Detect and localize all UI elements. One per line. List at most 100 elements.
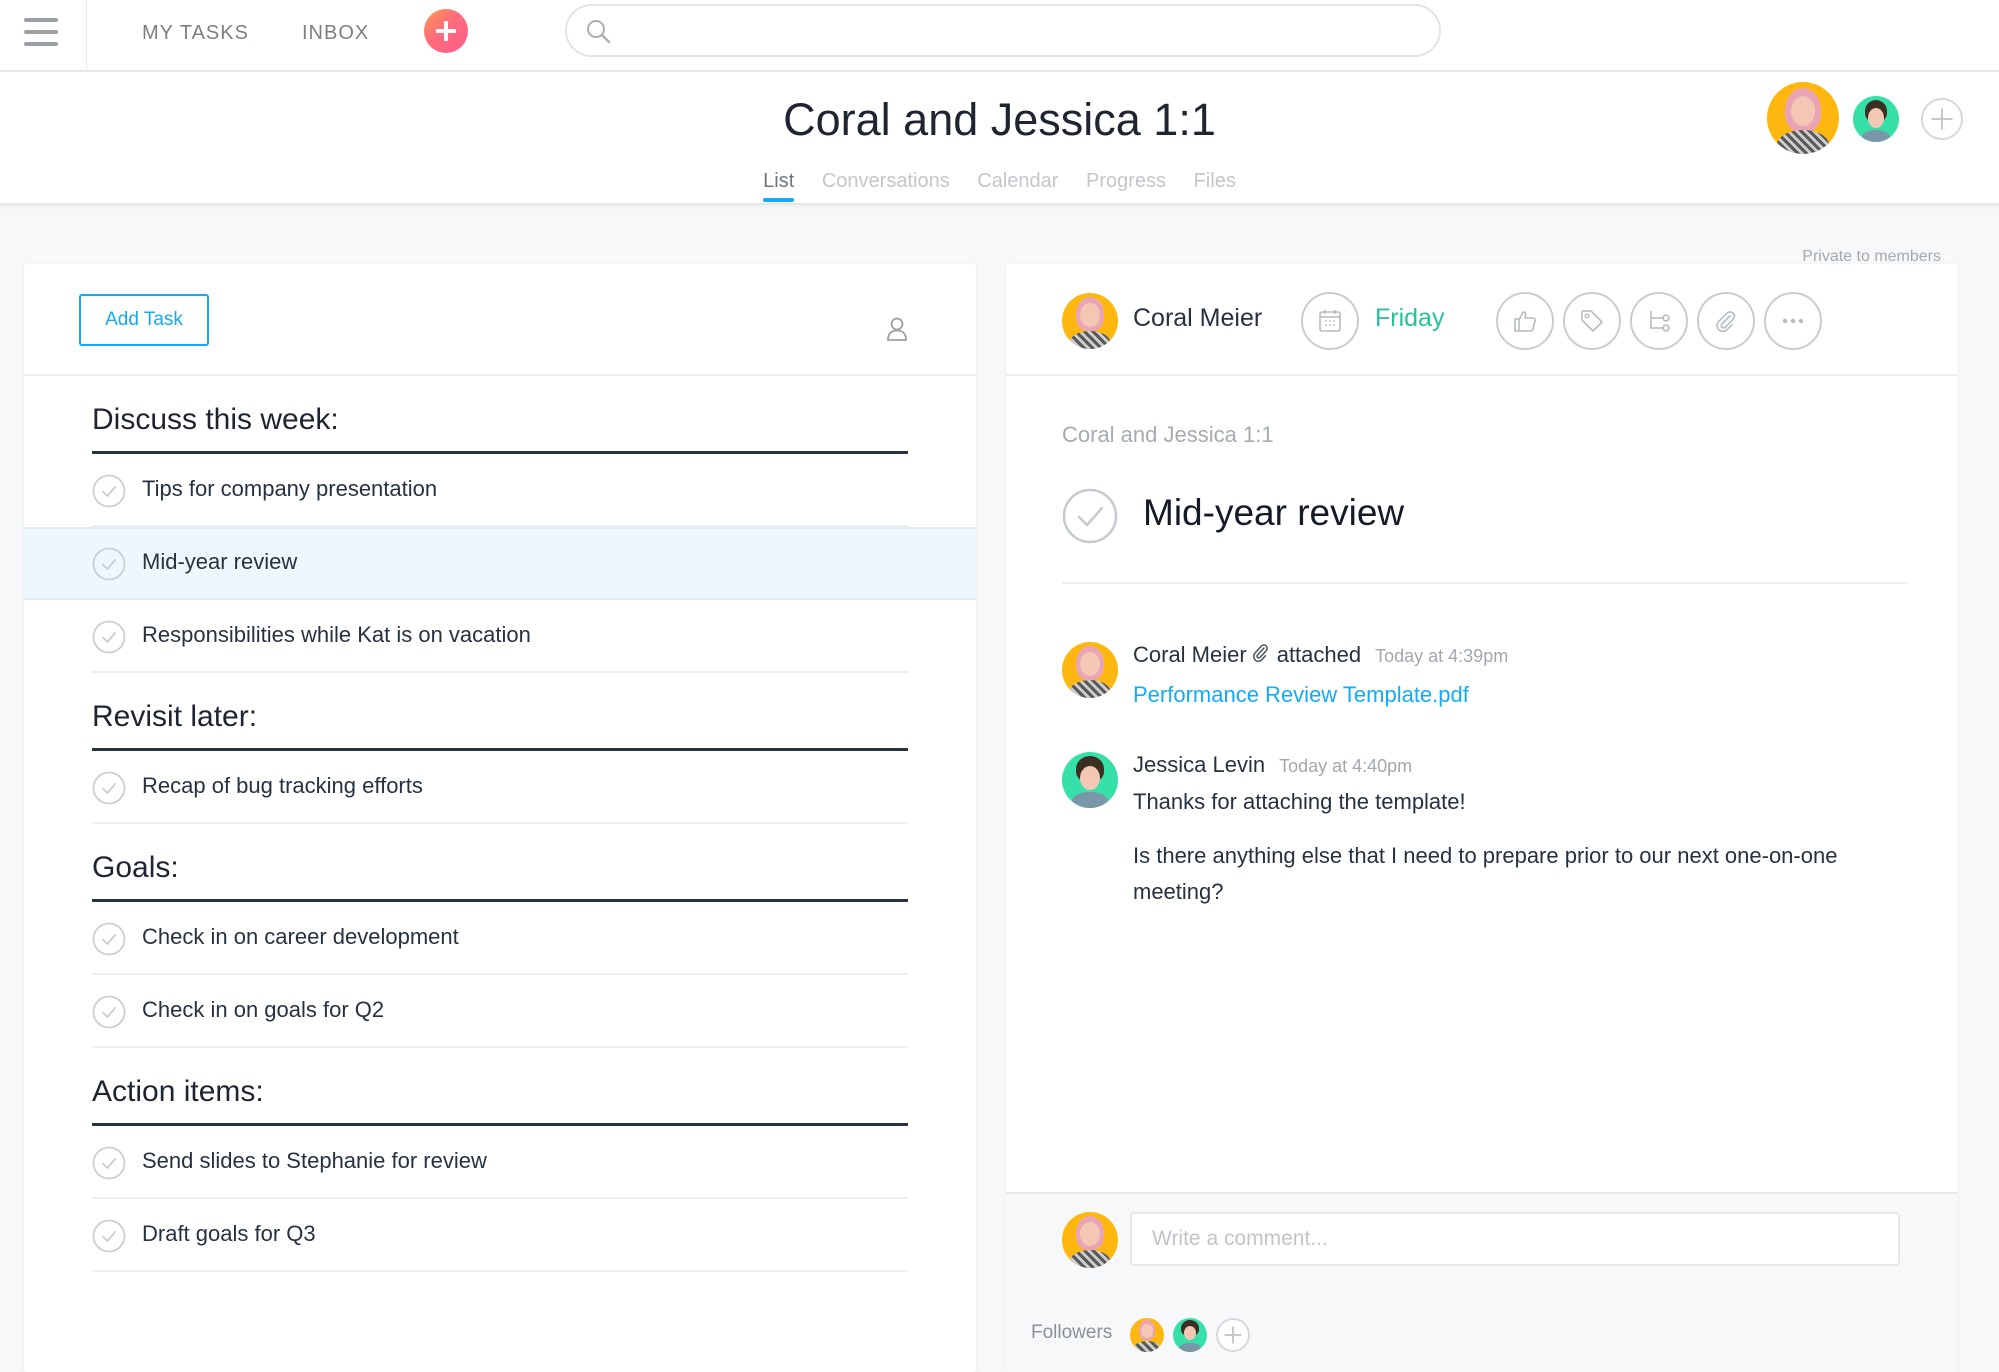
- section-header[interactable]: Discuss this week:: [92, 376, 908, 454]
- task-complete-checkbox[interactable]: [92, 1146, 126, 1180]
- plus-icon: [1224, 1326, 1242, 1344]
- task-detail-panel: Coral Meier Friday Coral and Jessica 1:1…: [1006, 264, 1958, 1372]
- story-timestamp: Today at 4:40pm: [1279, 756, 1413, 776]
- nav-inbox[interactable]: INBOX: [302, 22, 369, 45]
- task-list-panel: Add Task Discuss this week: Tips for comp…: [24, 264, 976, 1372]
- tab-files[interactable]: Files: [1194, 170, 1236, 201]
- story-action: attached: [1276, 642, 1362, 667]
- story-meta: Coral Meier attached Today at 4:39pm: [1133, 642, 1508, 668]
- more-icon: [1782, 318, 1804, 324]
- task-complete-checkbox[interactable]: [92, 547, 126, 581]
- task-complete-checkbox[interactable]: [92, 771, 126, 805]
- like-icon: [1514, 311, 1536, 332]
- section-header[interactable]: Action items:: [92, 1048, 908, 1126]
- task-complete-checkbox[interactable]: [92, 474, 126, 508]
- task-row[interactable]: Responsibilities while Kat is on vacatio…: [24, 600, 976, 673]
- add-task-button[interactable]: Add Task: [79, 294, 209, 346]
- story-timestamp: Today at 4:39pm: [1375, 646, 1509, 666]
- title-divider: [1062, 582, 1907, 584]
- nav-my-tasks[interactable]: MY TASKS: [142, 22, 249, 45]
- person-icon[interactable]: [884, 316, 910, 342]
- subtask-button[interactable]: [1630, 292, 1688, 350]
- task-name[interactable]: Mid-year review: [142, 549, 297, 575]
- section-title: Discuss this week:: [92, 403, 339, 436]
- task-row[interactable]: Tips for company presentation: [24, 454, 976, 527]
- subtask-icon: [1650, 311, 1670, 332]
- paperclip-icon: [1252, 644, 1268, 663]
- story-author[interactable]: Jessica Levin: [1133, 752, 1265, 777]
- follower-avatar-jessica[interactable]: [1173, 1318, 1207, 1352]
- task-row[interactable]: Check in on career development: [24, 902, 976, 975]
- detail-toolbar: Coral Meier Friday: [1006, 264, 1958, 376]
- section-header[interactable]: Revisit later:: [92, 673, 908, 751]
- task-row[interactable]: Draft goals for Q3: [24, 1199, 976, 1272]
- member-avatar-jessica[interactable]: [1853, 96, 1899, 142]
- add-member-button[interactable]: [1921, 98, 1963, 140]
- story-author-avatar[interactable]: [1062, 752, 1118, 808]
- search-bar[interactable]: [565, 4, 1441, 57]
- story-comment: Jessica Levin Today at 4:40pm Thanks for …: [1062, 752, 1882, 932]
- task-complete-checkbox[interactable]: [92, 922, 126, 956]
- task-row[interactable]: Recap of bug tracking efforts: [24, 751, 976, 824]
- task-project-link[interactable]: Coral and Jessica 1:1: [1062, 422, 1274, 448]
- assignee-name[interactable]: Coral Meier: [1133, 304, 1262, 333]
- section-title: Goals:: [92, 851, 179, 884]
- comment-paragraph: Thanks for attaching the template!: [1133, 789, 1466, 814]
- task-name[interactable]: Draft goals for Q3: [142, 1221, 316, 1247]
- more-actions-button[interactable]: [1764, 292, 1822, 350]
- task-row[interactable]: Mid-year review: [24, 527, 976, 600]
- task-title[interactable]: Mid-year review: [1143, 492, 1404, 534]
- tab-conversations[interactable]: Conversations: [822, 170, 950, 201]
- attach-button[interactable]: [1697, 292, 1755, 350]
- list-toolbar: Add Task: [24, 264, 976, 376]
- comment-input[interactable]: [1130, 1212, 1900, 1266]
- member-avatar-coral[interactable]: [1767, 82, 1839, 154]
- section-title: Action items:: [92, 1075, 264, 1108]
- top-divider: [86, 0, 87, 72]
- attachment-link[interactable]: Performance Review Template.pdf: [1133, 682, 1469, 708]
- assignee-avatar[interactable]: [1062, 293, 1118, 349]
- project-members: [1767, 82, 1967, 158]
- due-date[interactable]: Friday: [1375, 304, 1444, 333]
- task-name[interactable]: Recap of bug tracking efforts: [142, 773, 423, 799]
- task-name[interactable]: Check in on career development: [142, 924, 459, 950]
- calendar-icon: [1319, 310, 1341, 332]
- followers-label: Followers: [1031, 1322, 1113, 1343]
- story-meta: Jessica Levin Today at 4:40pm: [1133, 752, 1412, 778]
- tab-list[interactable]: List: [763, 170, 795, 202]
- story-author[interactable]: Coral Meier: [1133, 642, 1247, 667]
- project-tabs: List Conversations Calendar Progress Fil…: [0, 170, 1999, 202]
- task-complete-checkbox[interactable]: [92, 1219, 126, 1253]
- add-follower-button[interactable]: [1216, 1318, 1250, 1352]
- follower-avatar-coral[interactable]: [1130, 1318, 1164, 1352]
- task-complete-checkbox[interactable]: [92, 995, 126, 1029]
- due-date-button[interactable]: [1301, 292, 1359, 350]
- story-attachment: Coral Meier attached Today at 4:39pm Perfo…: [1062, 642, 1882, 732]
- task-name[interactable]: Tips for company presentation: [142, 476, 437, 502]
- task-name[interactable]: Responsibilities while Kat is on vacatio…: [142, 622, 531, 648]
- task-row[interactable]: Send slides to Stephanie for review: [24, 1126, 976, 1199]
- hamburger-menu-icon[interactable]: [22, 14, 60, 52]
- comment-paragraph: Is there anything else that I need to pr…: [1133, 843, 1838, 904]
- comment-composer: Followers: [1006, 1192, 1958, 1372]
- project-header: Coral and Jessica 1:1 List Conversations…: [0, 72, 1999, 265]
- task-name[interactable]: Check in on goals for Q2: [142, 997, 384, 1023]
- complete-task-checkbox[interactable]: [1062, 488, 1118, 544]
- attachment-icon: [1716, 311, 1736, 333]
- section-header[interactable]: Goals:: [92, 824, 908, 902]
- task-name[interactable]: Send slides to Stephanie for review: [142, 1148, 487, 1174]
- tag-button[interactable]: [1563, 292, 1621, 350]
- row-divider: [92, 1270, 908, 1272]
- top-bar: MY TASKS INBOX: [0, 0, 1999, 72]
- quick-add-button[interactable]: [424, 9, 468, 53]
- task-list: Discuss this week: Tips for company prese…: [24, 376, 976, 1272]
- current-user-avatar: [1062, 1212, 1118, 1268]
- tab-calendar[interactable]: Calendar: [977, 170, 1058, 201]
- task-row[interactable]: Check in on goals for Q2: [24, 975, 976, 1048]
- task-complete-checkbox[interactable]: [92, 620, 126, 654]
- like-button[interactable]: [1496, 292, 1554, 350]
- tab-progress[interactable]: Progress: [1086, 170, 1166, 201]
- section-title: Revisit later:: [92, 700, 258, 733]
- search-input[interactable]: [623, 14, 1413, 48]
- story-author-avatar[interactable]: [1062, 642, 1118, 698]
